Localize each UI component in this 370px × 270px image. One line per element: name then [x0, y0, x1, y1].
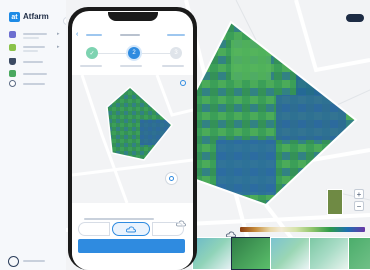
- toggle-cloud-selected[interactable]: [112, 222, 150, 236]
- sidebar-item-machines[interactable]: [9, 58, 65, 66]
- sidebar-item-stats[interactable]: [9, 70, 65, 78]
- thumbnail[interactable]: [309, 237, 349, 270]
- bottom-label: [23, 260, 45, 262]
- sidebar-item-maps[interactable]: ▸: [9, 43, 65, 53]
- locate-icon[interactable]: [165, 172, 178, 185]
- field-icon: [9, 31, 16, 38]
- sidebar-item-settings[interactable]: [9, 80, 65, 88]
- brand-name: Atfarm: [23, 12, 49, 21]
- cloud-icon[interactable]: [176, 214, 186, 227]
- imagery-thumbnails: [192, 237, 370, 270]
- help-icon[interactable]: [8, 256, 19, 267]
- back-arrow-icon[interactable]: ‹: [76, 31, 78, 38]
- thumbnail[interactable]: [348, 237, 370, 270]
- thumbnail-selected[interactable]: [231, 237, 271, 270]
- map-icon: [9, 44, 16, 51]
- sidebar: at Atfarm ▸ ▸: [0, 0, 67, 270]
- step-2-active[interactable]: 2: [128, 47, 140, 59]
- sidebar-item-fields[interactable]: ▸: [9, 30, 65, 40]
- step-3-pending[interactable]: 3: [170, 47, 182, 59]
- primary-action-button[interactable]: [78, 239, 185, 253]
- zoom-in-button[interactable]: +: [354, 189, 364, 199]
- info-icon[interactable]: [180, 80, 186, 86]
- tractor-icon: [9, 58, 16, 65]
- ndvi-legend: [240, 227, 365, 232]
- stats-icon: [9, 70, 16, 77]
- minimap-thumbnail[interactable]: [327, 189, 343, 215]
- phone-notch: [108, 12, 158, 21]
- thumbnail[interactable]: [270, 237, 310, 270]
- zoom-out-button[interactable]: −: [354, 201, 364, 211]
- step-1-done[interactable]: ✓: [86, 47, 98, 59]
- toggle-right[interactable]: [152, 222, 184, 236]
- status-badge: [346, 14, 364, 22]
- settings-icon: [9, 80, 16, 87]
- toggle-left[interactable]: [78, 222, 110, 236]
- cloud-icon[interactable]: [226, 225, 236, 238]
- atfarm-logo[interactable]: at: [9, 12, 20, 22]
- thumbnail[interactable]: [192, 237, 232, 270]
